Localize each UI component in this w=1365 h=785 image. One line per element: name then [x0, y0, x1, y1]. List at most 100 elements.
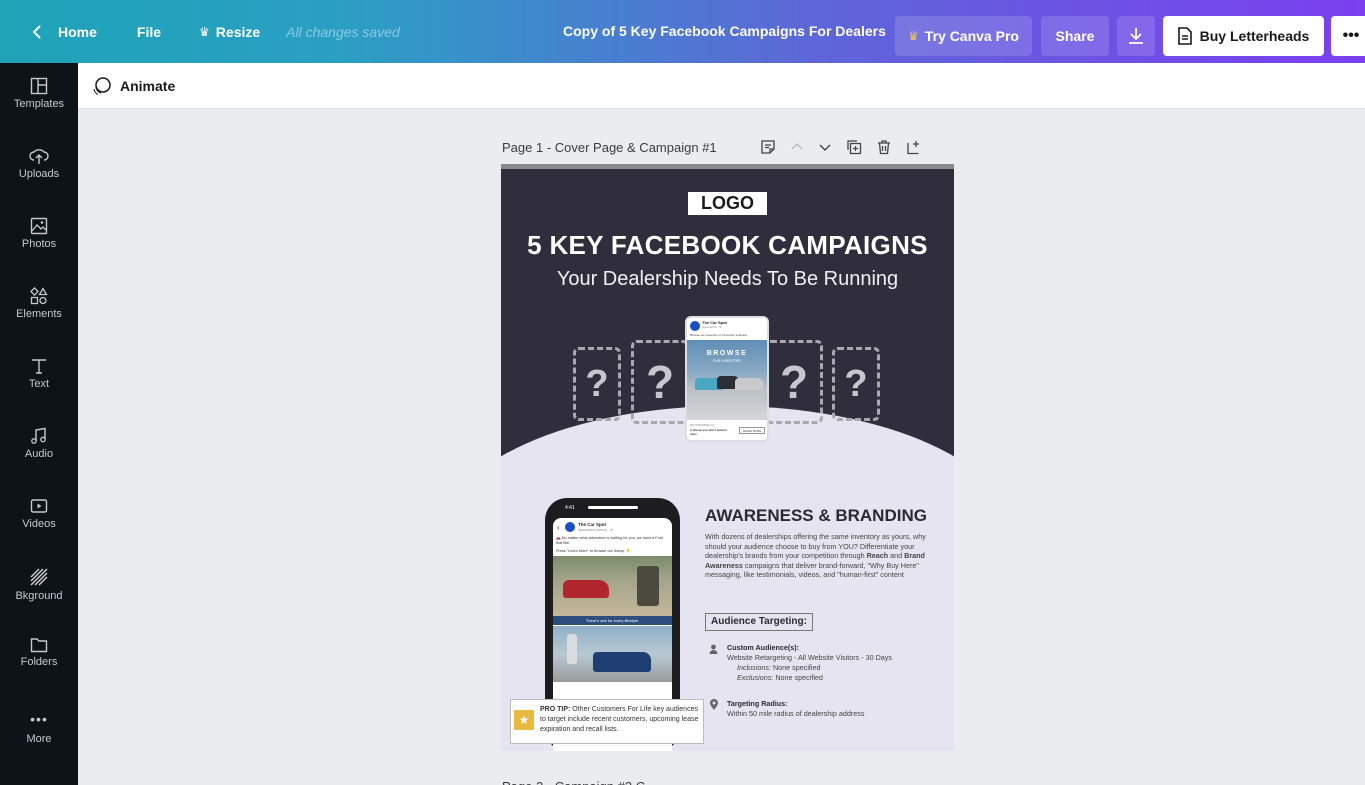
sidebar-label: Uploads	[18, 168, 60, 180]
sidebar-item-templates[interactable]: Templates	[0, 77, 78, 139]
page-2-title[interactable]: Page 2 - Campaign #2 C...	[502, 779, 656, 785]
try-canva-pro-button[interactable]: ♛ Try Canva Pro	[895, 16, 1032, 56]
facebook-ad-preview[interactable]: The Car Spot Sponsored · ⊕ Browse our se…	[685, 316, 769, 442]
targeting-radius-title: Targeting Radius:	[727, 699, 788, 708]
person-graphic	[637, 566, 659, 606]
left-sidebar: Templates Uploads Photos Elements Text A…	[0, 63, 78, 785]
sidebar-label: Templates	[13, 98, 65, 110]
car-graphic	[563, 580, 609, 598]
chevron-down-icon[interactable]	[818, 139, 832, 155]
page-actions	[760, 136, 922, 158]
phone-time: 4:41	[565, 505, 575, 511]
crown-icon: ♛	[908, 29, 919, 43]
pro-tip-box[interactable]: ★ PRO TIP: Other Customers For Life key …	[510, 699, 704, 744]
section-body[interactable]: With dozens of dealerships offering the …	[705, 532, 933, 580]
inclusions-value: None specified	[772, 663, 821, 672]
location-pin-icon	[710, 699, 718, 710]
exclusions-line: Exclusions: None specified	[737, 673, 823, 683]
ad-text: Browse our selection of Chevrolet vehicl…	[690, 333, 748, 337]
exclusions-value: None specified	[775, 673, 823, 682]
sidebar-item-uploads[interactable]: Uploads	[0, 147, 78, 209]
ad-banner: BROWSE	[706, 350, 748, 357]
background-icon	[30, 568, 48, 586]
audience-targeting-label[interactable]: Audience Targeting:	[705, 613, 813, 631]
sidebar-item-text[interactable]: Text	[0, 357, 78, 419]
section-title[interactable]: AWARENESS & BRANDING	[705, 506, 945, 526]
share-button[interactable]: Share	[1041, 16, 1109, 56]
add-page-icon[interactable]	[906, 139, 922, 155]
download-icon	[1129, 28, 1143, 44]
sidebar-item-more[interactable]: ••• More	[0, 711, 78, 773]
post-sponsored: Sponsored (demo) · ⊕	[578, 528, 614, 532]
page-title[interactable]: Page 1 - Cover Page & Campaign #1	[502, 140, 717, 155]
chevron-up-icon[interactable]	[790, 139, 804, 155]
sidebar-item-audio[interactable]: Audio	[0, 427, 78, 489]
top-bar: Home File ♛ Resize All changes saved Cop…	[0, 0, 1365, 63]
person-icon	[709, 644, 718, 654]
folder-icon	[30, 638, 48, 653]
sidebar-label: Text	[28, 378, 50, 390]
body-text: and	[888, 551, 905, 561]
more-icon: •••	[30, 711, 48, 727]
sidebar-label: More	[26, 733, 52, 745]
post-image	[553, 556, 672, 616]
sidebar-item-photos[interactable]: Photos	[0, 217, 78, 279]
trash-icon[interactable]	[876, 139, 892, 155]
back-arrow-icon: ‹	[557, 523, 560, 532]
sidebar-label: Bkground	[15, 590, 63, 602]
ad-image: BROWSE OUR INVENTORY	[687, 340, 767, 420]
animate-button[interactable]: Animate	[92, 76, 175, 96]
try-pro-label: Try Canva Pro	[924, 28, 1019, 44]
photos-icon	[30, 217, 48, 235]
home-label: Home	[58, 23, 97, 40]
design-page[interactable]: LOGO 5 KEY FACEBOOK CAMPAIGNS Your Deale…	[501, 164, 954, 751]
sidebar-label: Videos	[22, 518, 56, 530]
text-icon	[32, 359, 46, 374]
page-header: Page 1 - Cover Page & Campaign #1	[502, 136, 954, 158]
crown-icon: ♛	[199, 24, 210, 39]
file-menu[interactable]: File	[137, 24, 161, 40]
editor-toolbar: Animate	[78, 63, 1365, 109]
logo-placeholder[interactable]: LOGO	[688, 192, 767, 215]
sidebar-label: Audio	[24, 448, 54, 460]
truck-graphic	[593, 652, 651, 672]
buy-label: Buy Letterheads	[1199, 28, 1310, 44]
resize-button[interactable]: ♛ Resize	[199, 24, 260, 40]
resize-label: Resize	[215, 23, 261, 40]
post-text: 🚗 No matter what adventure is waiting fo…	[556, 536, 664, 545]
headline[interactable]: 5 KEY FACEBOOK CAMPAIGNS	[501, 230, 954, 261]
download-button[interactable]	[1117, 16, 1155, 56]
upload-icon	[29, 149, 49, 164]
topbar-left: Home File ♛ Resize All changes saved	[0, 0, 400, 63]
inclusions-line: Inclusions: None specified	[737, 663, 821, 673]
sidebar-item-videos[interactable]: Videos	[0, 497, 78, 559]
chevron-left-icon	[32, 24, 41, 39]
file-label: File	[136, 23, 162, 40]
save-status: All changes saved	[286, 23, 400, 40]
targeting-radius-line: Within 50 mile radius of dealership addr…	[727, 709, 865, 718]
ad-site: BUYFROMME.CA	[690, 423, 715, 427]
buy-letterheads-button[interactable]: Buy Letterheads	[1163, 16, 1324, 56]
document-title[interactable]: Copy of 5 Key Facebook Campaigns For Dea…	[563, 0, 886, 63]
sidebar-label: Elements	[16, 308, 62, 320]
notes-icon[interactable]	[760, 139, 776, 155]
sidebar-item-background[interactable]: Bkground	[0, 567, 78, 629]
sidebar-item-folders[interactable]: Folders	[0, 637, 78, 699]
ad-cta-button: LEARN MORE	[739, 427, 765, 434]
home-button[interactable]: Home	[32, 24, 97, 40]
subheadline[interactable]: Your Dealership Needs To Be Running	[501, 268, 954, 291]
question-card: ?	[832, 347, 880, 421]
inclusions-label: Inclusions:	[737, 663, 771, 672]
animate-label: Animate	[120, 77, 176, 94]
audio-icon	[31, 427, 46, 444]
more-options-button[interactable]: •••	[1331, 16, 1365, 56]
custom-audience-title: Custom Audience(s):	[727, 643, 800, 652]
duplicate-page-icon[interactable]	[846, 139, 862, 155]
video-icon	[30, 499, 48, 513]
avatar	[690, 321, 700, 331]
person-graphic	[567, 634, 577, 664]
sidebar-item-elements[interactable]: Elements	[0, 287, 78, 349]
post-text: Press "Learn More" to browse our lineup.…	[556, 549, 631, 553]
phone-notch	[588, 506, 638, 509]
sidebar-label: Photos	[21, 238, 57, 250]
